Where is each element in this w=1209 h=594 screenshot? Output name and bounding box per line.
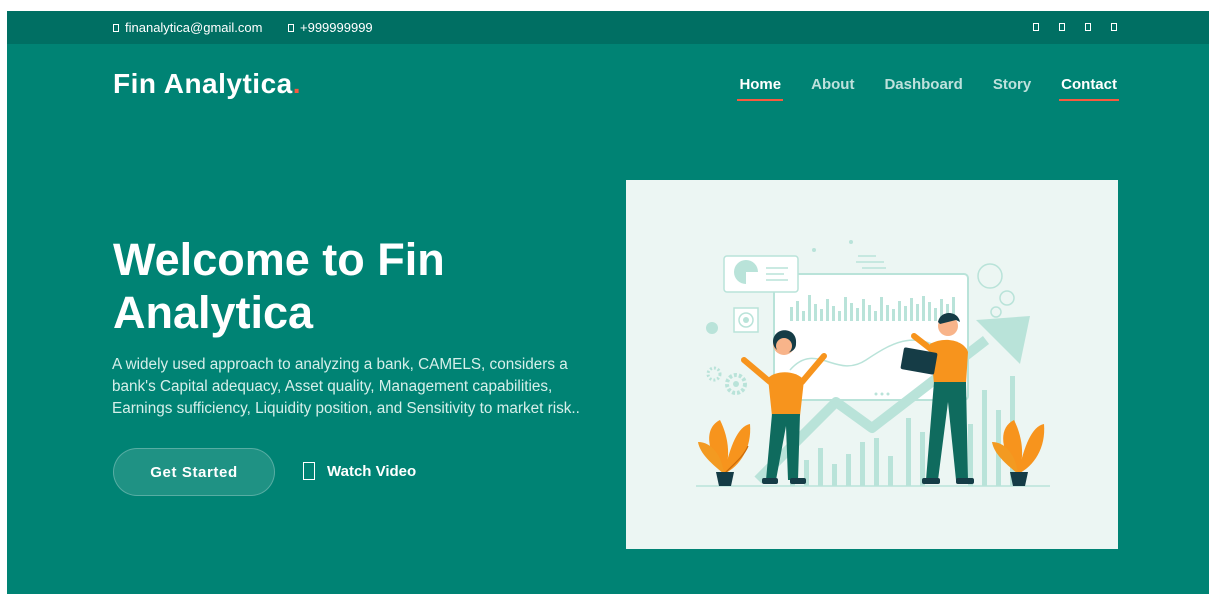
watch-video-label: Watch Video: [327, 462, 417, 480]
phone-contact[interactable]: +999999999: [288, 20, 373, 35]
nav-about[interactable]: About: [811, 76, 854, 101]
twitter-icon[interactable]: [1033, 23, 1039, 31]
facebook-icon[interactable]: [1059, 23, 1065, 31]
plant-left: [698, 420, 751, 486]
nav-dashboard[interactable]: Dashboard: [884, 76, 962, 101]
email-text: finanalytica@gmail.com: [125, 20, 263, 35]
envelope-icon: [113, 23, 119, 32]
social-links: [1033, 23, 1117, 31]
instagram-icon[interactable]: [1085, 23, 1091, 31]
top-bar: finanalytica@gmail.com +999999999: [7, 11, 1209, 44]
hero-illustration: [626, 180, 1118, 549]
hero-description: A widely used approach to analyzing a ba…: [112, 356, 580, 417]
phone-text: +999999999: [300, 20, 373, 35]
analytics-illustration: [696, 240, 1050, 487]
main-nav: Home About Dashboard Story Contact: [737, 76, 1119, 101]
phone-icon: [288, 23, 294, 32]
play-icon: [303, 462, 315, 480]
hero-title: Welcome to Fin Analytica: [113, 234, 445, 338]
get-started-button[interactable]: Get Started: [113, 448, 275, 496]
brand-logo[interactable]: Fin Analytica.: [113, 68, 301, 100]
nav-story[interactable]: Story: [993, 76, 1031, 101]
linkedin-icon[interactable]: [1111, 23, 1117, 31]
nav-contact[interactable]: Contact: [1059, 76, 1119, 101]
email-contact[interactable]: finanalytica@gmail.com: [113, 20, 262, 35]
page-frame: finanalytica@gmail.com +999999999 Fin An…: [7, 11, 1209, 594]
brand-dot: .: [292, 68, 302, 99]
brand-name: Fin Analytica: [113, 68, 293, 99]
watch-video-button[interactable]: Watch Video: [303, 462, 416, 480]
nav-home[interactable]: Home: [737, 76, 783, 101]
